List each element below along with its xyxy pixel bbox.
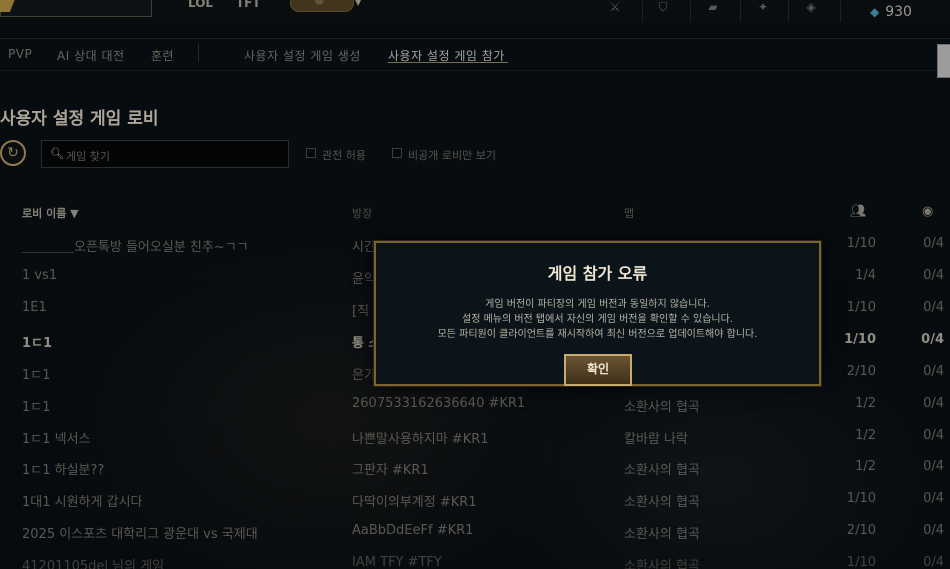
dialog-title: 게임 참가 오류 bbox=[547, 264, 648, 283]
lobby-screen: LOL TFT ◎ ▼ ⚔ ⛉ ▰ ✦ ◈ ◆ 930 PVP AI 상대 대전 … bbox=[0, 0, 950, 569]
dialog-message-line1: 게임 버전이 파티장의 게임 버전과 동일하지 않습니다. bbox=[485, 299, 710, 310]
error-dialog: 게임 참가 오류 게임 버전이 파티장의 게임 버전과 동일하지 않습니다. 설… bbox=[374, 241, 821, 386]
dialog-message-line2: 설정 메뉴의 버전 탭에서 자신의 게임 버전을 확인할 수 있습니다. bbox=[462, 314, 733, 325]
confirm-button[interactable]: 확인 bbox=[564, 354, 632, 386]
dialog-message-line3: 모든 파티원이 클라이언트를 재시작하여 최신 버전으로 업데이트해야 합니다. bbox=[437, 329, 758, 340]
